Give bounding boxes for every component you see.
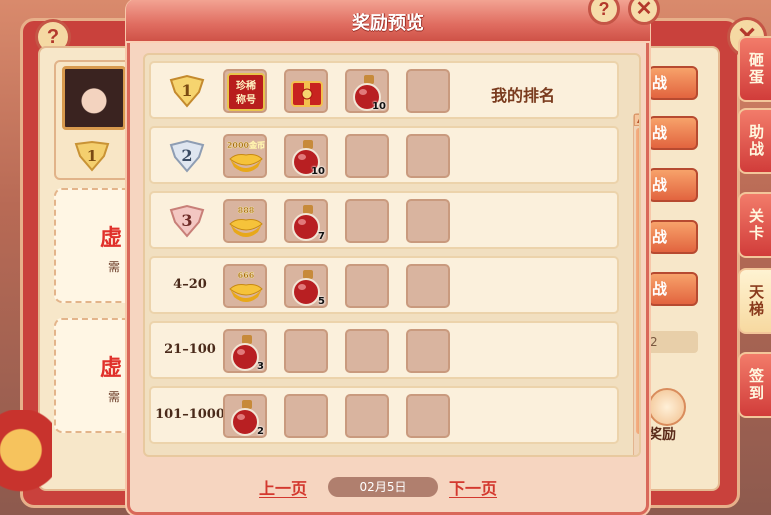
reward-slot [345, 134, 389, 178]
ingot-amount: 2000金币 [227, 140, 265, 150]
rank-number: 2 [181, 146, 192, 165]
rank-number: 3 [181, 211, 192, 230]
reward-slot [345, 329, 389, 373]
title-text-1: 珍稀 [236, 79, 256, 92]
next-page-button[interactable]: 下一页 [449, 475, 497, 499]
rank-range: 4–20 [173, 277, 207, 292]
gold-ingot-icon: 888 [229, 206, 263, 237]
rank-badge-icon: 2 [167, 139, 207, 173]
item-quantity: 3 [257, 361, 264, 372]
gift-icon [648, 388, 686, 426]
reward-list: 1 珍稀 称号 10 我的排名 2 2000金币 10 3 888 7 4–20… [143, 53, 641, 457]
reward-slot [406, 134, 450, 178]
reward-slot [406, 199, 450, 243]
reward-row: 21–100 3 [149, 321, 619, 379]
reward-slot[interactable]: 5 [284, 264, 328, 308]
profile-rank-number: 1 [87, 147, 97, 165]
item-quantity: 10 [372, 101, 386, 112]
rewards-label: 奖励 [648, 427, 676, 443]
challenge-button[interactable]: 战 [648, 168, 698, 202]
pager: 上一页 02月5日 下一页 [130, 475, 652, 505]
rank-range: 101–1000 [155, 407, 225, 422]
scroll-up-arrow-icon[interactable]: ▲ [634, 114, 639, 126]
page-indicator: 2 [646, 331, 698, 353]
rank-range: 21–100 [164, 342, 216, 357]
dialog-title: 奖励预览 [352, 13, 424, 34]
red-chest-icon [291, 81, 323, 107]
opponent-requirement: 需 [108, 260, 121, 274]
reward-row: 4–20 666 5 [149, 256, 619, 314]
reward-slot [406, 329, 450, 373]
gold-ingot-icon: 666 [229, 271, 263, 302]
side-tab-smash-egg[interactable]: 砸蛋 [738, 36, 771, 102]
reward-preview-dialog: 奖励预览 ? ✕ 1 珍稀 称号 10 我的排名 2 2000金币 10 3 8… [126, 0, 660, 515]
reward-slot [345, 394, 389, 438]
rank-badge-icon: 1 [167, 74, 207, 108]
ingot-amount: 666 [238, 271, 255, 280]
player-avatar [62, 66, 126, 130]
rank-badge-icon: 1 [72, 140, 112, 172]
date-label: 02月5日 [328, 477, 438, 497]
reward-slot [345, 264, 389, 308]
challenge-button[interactable]: 战 [648, 66, 698, 100]
reward-slot[interactable]: 666 [223, 264, 267, 308]
side-tab-checkin[interactable]: 签到 [738, 352, 771, 418]
rank-badge-icon: 3 [167, 204, 207, 238]
my-rank-label: 我的排名 [491, 86, 556, 105]
reward-slot[interactable]: 珍稀 称号 [223, 69, 267, 113]
scroll-thumb[interactable] [636, 128, 639, 434]
reward-slot [406, 264, 450, 308]
reward-slot[interactable]: 2000金币 [223, 134, 267, 178]
rewards-button[interactable]: 奖励 [640, 388, 700, 444]
reward-slot[interactable]: 10 [345, 69, 389, 113]
dialog-header: 奖励预览 ? ✕ [126, 0, 660, 43]
scrollbar[interactable]: ▲ ▼ [633, 113, 639, 455]
prev-page-button[interactable]: 上一页 [259, 475, 307, 499]
opponent-name: 虚 [100, 356, 123, 381]
reward-row: 2 2000金币 10 [149, 126, 619, 184]
reward-slot [406, 394, 450, 438]
reward-slot [345, 199, 389, 243]
challenge-button[interactable]: 战 [648, 116, 698, 150]
item-quantity: 10 [311, 166, 325, 177]
opponent-requirement: 需 [108, 390, 121, 404]
decorative-swirl [0, 410, 52, 510]
title-text-2: 称号 [236, 93, 256, 106]
reward-slot[interactable]: 3 [223, 329, 267, 373]
opponent-name: 虚 [100, 226, 123, 251]
reward-row: 1 珍稀 称号 10 我的排名 [149, 61, 619, 119]
reward-row: 3 888 7 [149, 191, 619, 249]
reward-slot[interactable]: 888 [223, 199, 267, 243]
reward-slot[interactable]: 10 [284, 134, 328, 178]
item-quantity: 5 [318, 296, 325, 307]
gold-ingot-icon: 2000金币 [227, 140, 265, 172]
reward-slot[interactable]: 7 [284, 199, 328, 243]
reward-row: 101–1000 2 [149, 386, 619, 444]
reward-slot [406, 69, 450, 113]
side-tab-ladder[interactable]: 天梯 [738, 268, 771, 334]
rare-title-icon: 珍稀 称号 [227, 73, 265, 111]
reward-slot [284, 329, 328, 373]
challenge-button[interactable]: 战 [648, 220, 698, 254]
reward-slot[interactable] [284, 69, 328, 113]
reward-slot [284, 394, 328, 438]
rank-number: 1 [181, 81, 192, 100]
player-profile-card: 1 [54, 60, 134, 180]
item-quantity: 2 [257, 426, 264, 437]
side-tab-stage[interactable]: 关卡 [738, 192, 771, 258]
side-tab-assist[interactable]: 助战 [738, 108, 771, 174]
ingot-amount: 888 [238, 206, 255, 215]
challenge-button[interactable]: 战 [648, 272, 698, 306]
reward-slot[interactable]: 2 [223, 394, 267, 438]
item-quantity: 7 [318, 231, 325, 242]
